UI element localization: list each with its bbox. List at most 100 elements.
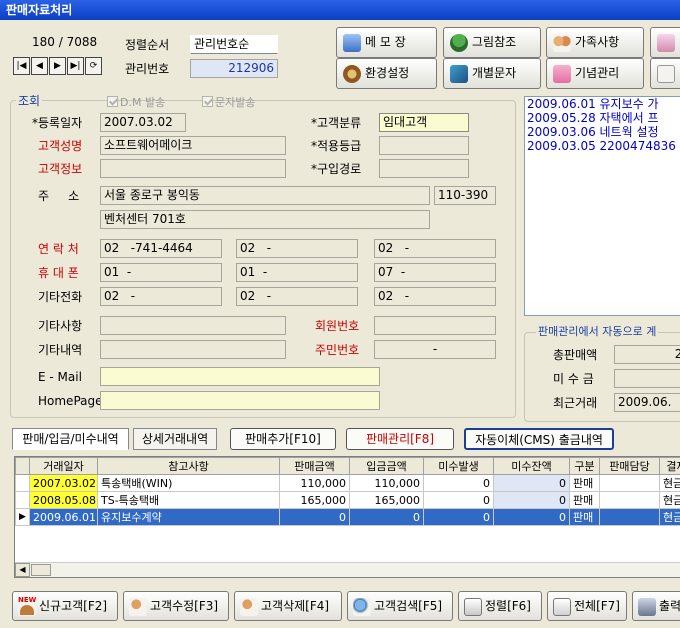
new-customer-button[interactable]: NEW 신규고객[F2] bbox=[12, 591, 118, 621]
scroll-left-icon[interactable]: ◀ bbox=[15, 563, 30, 577]
dm-checkbox[interactable]: D.M 발송 bbox=[107, 94, 165, 110]
mobile-field-1[interactable]: 01 - bbox=[100, 263, 222, 282]
email-field[interactable] bbox=[100, 367, 380, 386]
other-note-field[interactable] bbox=[100, 316, 286, 335]
sort-button[interactable]: 정렬[F6] bbox=[458, 591, 542, 621]
memo-button[interactable]: 메 모 장 bbox=[336, 27, 437, 58]
prev-record-icon[interactable]: ◀ bbox=[31, 57, 48, 75]
table-cell[interactable]: 판매 bbox=[569, 508, 600, 526]
all-button[interactable]: 전체[F7] bbox=[547, 591, 627, 621]
tab-sales-history[interactable]: 판매/입금/미수내역 bbox=[12, 428, 129, 450]
table-cell[interactable]: 2008.05.08 bbox=[29, 491, 98, 509]
grade-field[interactable] bbox=[379, 136, 469, 155]
table-row[interactable]: 2008.05.08 TS-특송택배 165,000 165,000 0 0 판… bbox=[15, 491, 680, 509]
sms-checkbox[interactable]: 문자발송 bbox=[202, 94, 255, 110]
route-field[interactable] bbox=[379, 159, 469, 178]
column-header[interactable]: 판매금액 bbox=[279, 457, 350, 475]
reg-date-field[interactable]: 2007.03.02 bbox=[100, 113, 186, 132]
sort-select[interactable]: 관리번호순 bbox=[190, 35, 278, 54]
column-header[interactable]: 결제 bbox=[659, 457, 680, 475]
settings-button[interactable]: 환경설정 bbox=[336, 58, 437, 89]
table-cell[interactable]: 특송택배(WIN) bbox=[97, 474, 280, 492]
table-cell[interactable] bbox=[599, 508, 660, 526]
address1-field[interactable]: 서울 종로구 봉익동 bbox=[100, 186, 430, 205]
table-cell[interactable]: 165,000 bbox=[279, 491, 350, 509]
mobile-field-3[interactable]: 07 - bbox=[374, 263, 496, 282]
memo-line[interactable]: 2009.03.05 2200474836 bbox=[525, 139, 680, 153]
name-field[interactable]: 소프트웨어메이크 bbox=[100, 136, 286, 155]
table-cell[interactable]: 2009.06.01 bbox=[29, 508, 98, 526]
other-phone-field-1[interactable]: 02 - bbox=[100, 287, 222, 306]
delete-customer-button[interactable]: 고객삭제[F4] bbox=[234, 591, 342, 621]
table-cell[interactable]: 0 bbox=[423, 491, 494, 509]
table-cell[interactable]: 판매 bbox=[569, 474, 600, 492]
table-cell[interactable] bbox=[599, 491, 660, 509]
search-customer-button[interactable]: 고객검색[F5] bbox=[347, 591, 453, 621]
table-cell[interactable]: 현금 bbox=[659, 491, 680, 509]
sale-manage-button[interactable]: 판매관리[F8] bbox=[346, 428, 454, 450]
table-cell[interactable]: 0 bbox=[423, 474, 494, 492]
extra-button[interactable] bbox=[650, 27, 680, 58]
table-cell[interactable]: 110,000 bbox=[349, 474, 424, 492]
table-cell[interactable]: 110,000 bbox=[279, 474, 350, 492]
first-record-icon[interactable]: |◀ bbox=[13, 57, 30, 75]
table-cell[interactable]: 165,000 bbox=[349, 491, 424, 509]
table-cell[interactable]: 유지보수계약 bbox=[97, 508, 280, 526]
address2-field[interactable]: 벤처센터 701호 bbox=[100, 210, 430, 229]
column-header[interactable]: 미수잔액 bbox=[493, 457, 570, 475]
info-field[interactable] bbox=[100, 159, 286, 178]
other-detail-field[interactable] bbox=[100, 340, 286, 359]
column-header[interactable]: 입금금액 bbox=[349, 457, 424, 475]
add-sale-button[interactable]: 판매추가[F10] bbox=[230, 428, 336, 450]
table-cell[interactable] bbox=[599, 474, 660, 492]
table-cell[interactable]: 0 bbox=[493, 508, 570, 526]
zip-field[interactable]: 110-390 bbox=[434, 186, 496, 205]
table-cell[interactable]: TS-특송택배 bbox=[97, 491, 280, 509]
other-phone-field-2[interactable]: 02 - bbox=[236, 287, 358, 306]
anniversary-button[interactable]: 기념관리 bbox=[546, 58, 644, 89]
table-cell[interactable]: 0 bbox=[279, 508, 350, 526]
column-header[interactable]: 참고사항 bbox=[97, 457, 280, 475]
horizontal-scrollbar[interactable]: ◀ bbox=[15, 562, 680, 577]
contact-field-2[interactable]: 02 - bbox=[236, 239, 358, 258]
category-field[interactable]: 임대고객 bbox=[379, 113, 469, 132]
table-cell[interactable]: 현금 bbox=[659, 474, 680, 492]
auto-transfer-button[interactable]: 자동이체(CMS) 출금내역 bbox=[464, 428, 614, 450]
table-row-selected[interactable]: ▶ 2009.06.01 유지보수계약 0 0 0 0 판매 현금 bbox=[15, 508, 680, 526]
edit-customer-button[interactable]: 고객수정[F3] bbox=[123, 591, 229, 621]
refresh-icon[interactable]: ⟳ bbox=[85, 57, 102, 75]
table-cell[interactable]: 0 bbox=[493, 474, 570, 492]
sales-table[interactable]: 거래일자 참고사항 판매금액 입금금액 미수발생 미수잔액 구분 판매담당 결제… bbox=[14, 456, 680, 578]
column-header[interactable]: 판매담당 bbox=[599, 457, 660, 475]
table-cell[interactable]: 판매 bbox=[569, 491, 600, 509]
table-cell[interactable]: 2007.03.02 bbox=[29, 474, 98, 492]
print-button[interactable]: 출력 bbox=[632, 591, 680, 621]
sms-button[interactable]: 개별문자 bbox=[443, 58, 541, 89]
table-cell[interactable]: 0 bbox=[423, 508, 494, 526]
table-row[interactable]: 2007.03.02 특송택배(WIN) 110,000 110,000 0 0… bbox=[15, 474, 680, 492]
contact-field-3[interactable]: 02 - bbox=[374, 239, 496, 258]
memo-line[interactable]: 2009.06.01 유지보수 가 bbox=[525, 97, 680, 111]
family-button[interactable]: 가족사항 bbox=[546, 27, 644, 58]
member-no-field[interactable] bbox=[374, 316, 496, 335]
memo-line[interactable]: 2009.03.06 네트웍 설정 bbox=[525, 125, 680, 139]
extra-button-2[interactable] bbox=[650, 58, 680, 89]
homepage-field[interactable] bbox=[100, 391, 380, 410]
table-cell[interactable]: 0 bbox=[493, 491, 570, 509]
resident-no-field[interactable]: - bbox=[374, 340, 496, 359]
memo-line[interactable]: 2009.05.28 자택에서 프 bbox=[525, 111, 680, 125]
column-header[interactable]: 미수발생 bbox=[423, 457, 494, 475]
scroll-thumb[interactable] bbox=[31, 564, 51, 576]
memo-list[interactable]: 2009.06.01 유지보수 가 2009.05.28 자택에서 프 2009… bbox=[524, 96, 680, 316]
next-record-icon[interactable]: ▶ bbox=[49, 57, 66, 75]
mobile-field-2[interactable]: 01 - bbox=[236, 263, 358, 282]
contact-field-1[interactable]: 02 -741-4464 bbox=[100, 239, 222, 258]
column-header[interactable]: 거래일자 bbox=[29, 457, 98, 475]
other-phone-field-3[interactable]: 02 - bbox=[374, 287, 496, 306]
table-cell[interactable]: 현금 bbox=[659, 508, 680, 526]
tab-detail-history[interactable]: 상세거래내역 bbox=[133, 428, 217, 450]
column-header[interactable]: 구분 bbox=[569, 457, 600, 475]
table-cell[interactable]: 0 bbox=[349, 508, 424, 526]
picture-button[interactable]: 그림참조 bbox=[443, 27, 541, 58]
last-record-icon[interactable]: ▶| bbox=[67, 57, 84, 75]
